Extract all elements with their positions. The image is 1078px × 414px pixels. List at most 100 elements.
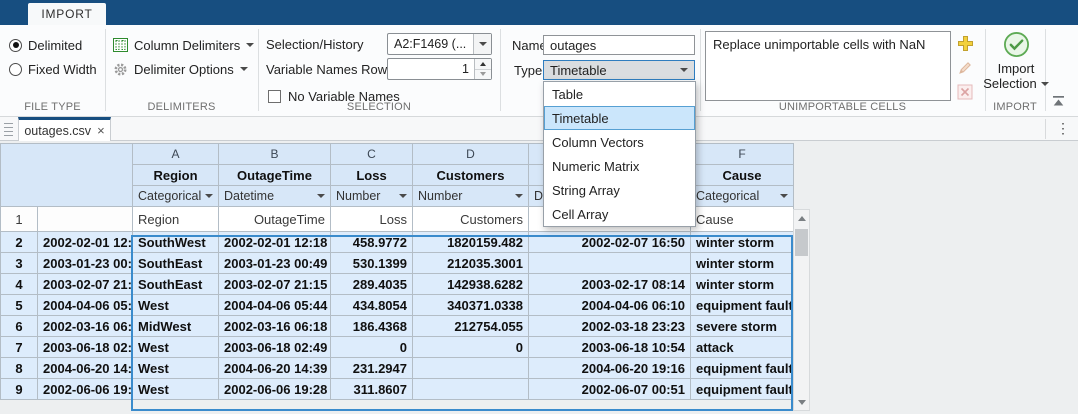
- row-number[interactable]: 1: [1, 207, 38, 232]
- row-number[interactable]: 7: [1, 337, 38, 358]
- row-number[interactable]: 8: [1, 358, 38, 379]
- column-type-dropdown[interactable]: Number: [331, 186, 413, 207]
- selection-history-combo[interactable]: A2:F1469 (...: [387, 33, 492, 55]
- add-rule-button[interactable]: [956, 34, 974, 52]
- cell-region[interactable]: MidWest: [133, 316, 219, 337]
- document-tab-outages[interactable]: outages.csv ×: [18, 117, 111, 141]
- cell[interactable]: Cause: [691, 207, 794, 232]
- cell-customers[interactable]: 142938.6282: [413, 274, 529, 295]
- unimportable-rules-box[interactable]: Replace unimportable cells with NaN: [705, 31, 951, 101]
- import-selection-button[interactable]: Import Selection: [986, 31, 1046, 109]
- row-number[interactable]: 6: [1, 316, 38, 337]
- row-number[interactable]: 9: [1, 379, 38, 400]
- cell-restorationtime[interactable]: 2002-02-07 16:50: [529, 232, 691, 253]
- cell-loss[interactable]: 231.2947: [331, 358, 413, 379]
- cell-customers[interactable]: 0: [413, 337, 529, 358]
- column-letter[interactable]: F: [691, 144, 794, 165]
- type-option-column-vectors[interactable]: Column Vectors: [544, 130, 695, 154]
- row-time[interactable]: 2002-03-16 06:18: [38, 316, 133, 337]
- cell-restorationtime-unimportable[interactable]: [529, 253, 691, 274]
- type-option-table[interactable]: Table: [544, 82, 695, 106]
- cell-cause[interactable]: winter storm: [691, 274, 794, 295]
- cell-outagetime[interactable]: 2003-02-07 21:15: [219, 274, 331, 295]
- cell-customers[interactable]: 212754.055: [413, 316, 529, 337]
- cell-cause[interactable]: winter storm: [691, 253, 794, 274]
- cell-restorationtime[interactable]: 2002-03-18 23:23: [529, 316, 691, 337]
- cell-region[interactable]: SouthEast: [133, 274, 219, 295]
- cell-region[interactable]: West: [133, 379, 219, 400]
- type-dropdown[interactable]: Timetable: [543, 60, 695, 80]
- dock-grip-icon[interactable]: [4, 123, 13, 136]
- cell[interactable]: OutageTime: [219, 207, 331, 232]
- cell-region[interactable]: West: [133, 358, 219, 379]
- cell-region[interactable]: West: [133, 337, 219, 358]
- row-time[interactable]: 2002-02-01 12:18: [38, 232, 133, 253]
- collapse-ribbon-button[interactable]: [1050, 94, 1066, 108]
- variable-name[interactable]: OutageTime: [219, 165, 331, 186]
- name-input[interactable]: outages: [543, 35, 695, 55]
- variable-name[interactable]: Cause: [691, 165, 794, 186]
- row-number[interactable]: 2: [1, 232, 38, 253]
- column-letter[interactable]: D: [413, 144, 529, 165]
- type-option-timetable[interactable]: Timetable: [544, 106, 695, 130]
- combo-dropdown-button[interactable]: [473, 34, 491, 54]
- cell-outagetime[interactable]: 2003-06-18 02:49: [219, 337, 331, 358]
- cell-customers-unimportable[interactable]: [413, 379, 529, 400]
- cell-loss[interactable]: 0: [331, 337, 413, 358]
- close-icon[interactable]: ×: [97, 124, 105, 137]
- variable-name[interactable]: Region: [133, 165, 219, 186]
- cell-loss[interactable]: 530.1399: [331, 253, 413, 274]
- row-number[interactable]: 4: [1, 274, 38, 295]
- row-number[interactable]: 5: [1, 295, 38, 316]
- spinner-down-button[interactable]: [475, 70, 491, 80]
- scrollbar-thumb[interactable]: [795, 229, 808, 256]
- delete-rule-button[interactable]: [956, 83, 974, 101]
- cell-outagetime[interactable]: 2004-04-06 05:44: [219, 295, 331, 316]
- column-type-dropdown[interactable]: Datetime: [219, 186, 331, 207]
- row-time[interactable]: 2002-06-06 19:28: [38, 379, 133, 400]
- cell-outagetime[interactable]: 2002-06-06 19:28: [219, 379, 331, 400]
- cell-customers[interactable]: 340371.0338: [413, 295, 529, 316]
- cell-loss[interactable]: 186.4368: [331, 316, 413, 337]
- cell[interactable]: Customers: [413, 207, 529, 232]
- cell-cause[interactable]: equipment fault: [691, 379, 794, 400]
- row-time[interactable]: [38, 207, 133, 232]
- cell-loss[interactable]: 289.4035: [331, 274, 413, 295]
- cell-region[interactable]: SouthWest: [133, 232, 219, 253]
- cell-loss[interactable]: 434.8054: [331, 295, 413, 316]
- cell-restorationtime[interactable]: 2004-06-20 19:16: [529, 358, 691, 379]
- cell-region[interactable]: West: [133, 295, 219, 316]
- cell-outagetime[interactable]: 2004-06-20 14:39: [219, 358, 331, 379]
- type-option-numeric-matrix[interactable]: Numeric Matrix: [544, 154, 695, 178]
- variable-name[interactable]: Loss: [331, 165, 413, 186]
- column-type-dropdown[interactable]: Categorical: [691, 186, 794, 207]
- scroll-down-button[interactable]: [794, 394, 809, 410]
- type-option-cell-array[interactable]: Cell Array: [544, 202, 695, 226]
- cell-restorationtime[interactable]: 2003-06-18 10:54: [529, 337, 691, 358]
- cell-cause[interactable]: attack: [691, 337, 794, 358]
- row-time[interactable]: 2004-06-20 14:39: [38, 358, 133, 379]
- type-option-string-array[interactable]: String Array: [544, 178, 695, 202]
- cell-restorationtime[interactable]: 2002-06-07 00:51: [529, 379, 691, 400]
- tab-import[interactable]: IMPORT: [28, 3, 106, 25]
- row-time[interactable]: 2004-04-06 05:44: [38, 295, 133, 316]
- cell-customers-unimportable[interactable]: [413, 358, 529, 379]
- row-time[interactable]: 2003-01-23 00:49: [38, 253, 133, 274]
- cell-loss[interactable]: 458.9772: [331, 232, 413, 253]
- cell-cause[interactable]: equipment fault: [691, 358, 794, 379]
- delimiter-options-button[interactable]: Delimiter Options: [113, 58, 248, 80]
- column-type-dropdown[interactable]: Number: [413, 186, 529, 207]
- column-letter[interactable]: A: [133, 144, 219, 165]
- radio-delimited[interactable]: Delimited: [9, 34, 82, 56]
- row-number[interactable]: 3: [1, 253, 38, 274]
- cell-outagetime[interactable]: 2002-02-01 12:18: [219, 232, 331, 253]
- cell-restorationtime[interactable]: 2003-02-17 08:14: [529, 274, 691, 295]
- cell-cause[interactable]: winter storm: [691, 232, 794, 253]
- vertical-scrollbar[interactable]: [793, 209, 810, 411]
- cell-restorationtime[interactable]: 2004-04-06 06:10: [529, 295, 691, 316]
- scroll-up-button[interactable]: [794, 210, 809, 226]
- cell-loss[interactable]: 311.8607: [331, 379, 413, 400]
- variable-name[interactable]: Customers: [413, 165, 529, 186]
- spinner-up-button[interactable]: [475, 59, 491, 70]
- cell-customers[interactable]: 212035.3001: [413, 253, 529, 274]
